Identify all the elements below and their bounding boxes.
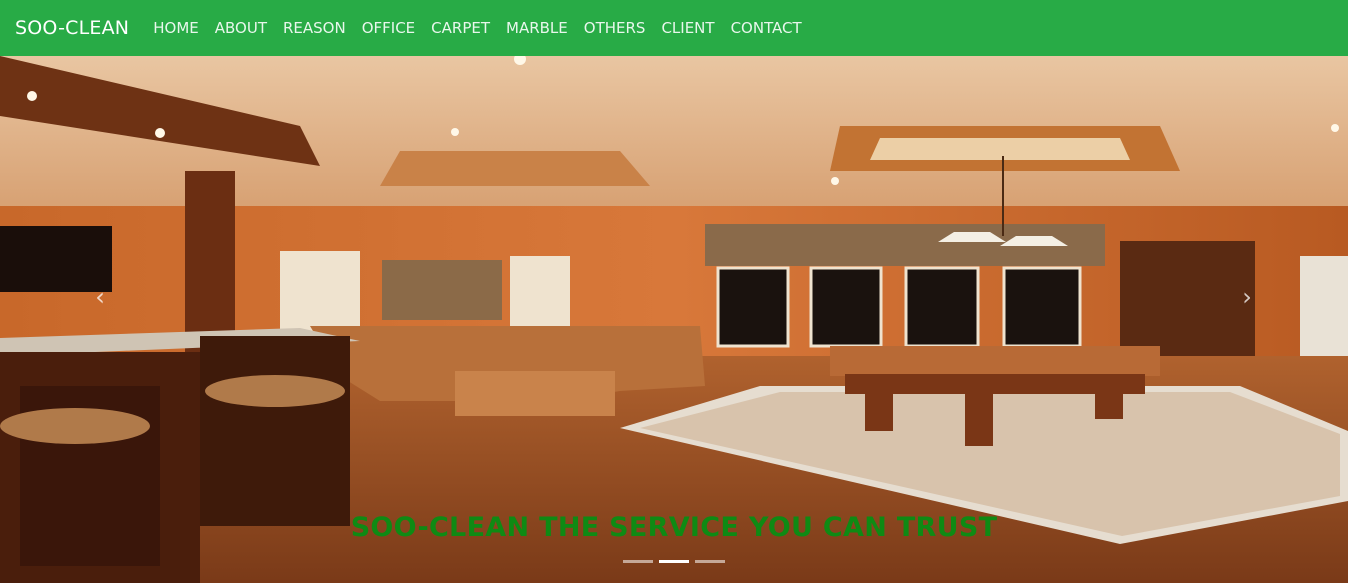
- chevron-right-icon: ›: [1242, 283, 1252, 311]
- nav-item-home[interactable]: HOME: [145, 19, 207, 37]
- nav-item-carpet[interactable]: CARPET: [423, 19, 498, 37]
- nav-item-contact[interactable]: CONTACT: [723, 19, 810, 37]
- navbar: SOO-CLEAN HOME ABOUT REASON OFFICE CARPE…: [0, 0, 1348, 56]
- nav-menu: HOME ABOUT REASON OFFICE CARPET MARBLE O…: [145, 19, 809, 37]
- nav-item-office[interactable]: OFFICE: [354, 19, 423, 37]
- chevron-left-icon: ‹: [95, 283, 105, 311]
- carousel-caption: SOO-CLEAN THE SERVICE YOU CAN TRUST: [350, 512, 998, 543]
- carousel-indicator-1[interactable]: [623, 560, 653, 563]
- nav-item-marble[interactable]: MARBLE: [498, 19, 576, 37]
- hero-image: [0, 56, 1348, 583]
- nav-item-others[interactable]: OTHERS: [576, 19, 654, 37]
- nav-item-reason[interactable]: REASON: [275, 19, 354, 37]
- carousel-indicator-3[interactable]: [695, 560, 725, 563]
- nav-item-client[interactable]: CLIENT: [653, 19, 722, 37]
- brand-logo[interactable]: SOO-CLEAN: [15, 17, 129, 39]
- carousel-indicators: [0, 560, 1348, 563]
- nav-item-about[interactable]: ABOUT: [207, 19, 275, 37]
- carousel-prev-button[interactable]: ‹: [85, 282, 115, 312]
- carousel-indicator-2[interactable]: [659, 560, 689, 563]
- hero-carousel: ‹ › SOO-CLEAN THE SERVICE YOU CAN TRUST: [0, 56, 1348, 583]
- carousel-next-button[interactable]: ›: [1232, 282, 1262, 312]
